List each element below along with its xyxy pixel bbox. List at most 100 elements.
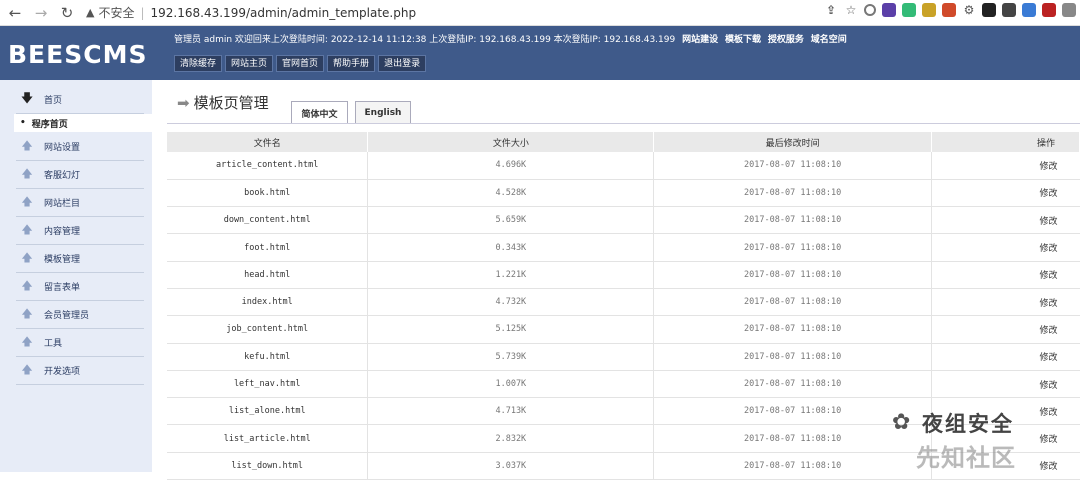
gear-icon[interactable]: ⚙: [962, 3, 976, 17]
edit-link[interactable]: 修改: [931, 206, 1080, 235]
column-header: 最后修改时间: [653, 132, 933, 152]
edit-link[interactable]: 修改: [931, 179, 1080, 208]
file-size-cell: 1.007K: [367, 370, 655, 399]
edit-link[interactable]: 修改: [931, 370, 1080, 399]
watermark-line1: 夜组安全: [922, 412, 1014, 436]
arrow-up-icon: 🡅: [21, 195, 33, 208]
extension-icon[interactable]: [864, 4, 876, 16]
column-header: 文件名: [167, 132, 369, 152]
forward-icon[interactable]: →: [30, 2, 52, 24]
file-size-cell: 0.343K: [367, 233, 655, 262]
star-icon[interactable]: ☆: [844, 3, 858, 17]
watermark-line2: 先知社区: [916, 444, 1016, 472]
extension-icon[interactable]: [1002, 3, 1016, 17]
table-row: index.html 4.732K 2017-08-07 11:08:10 修改: [167, 288, 1080, 317]
link-license[interactable]: 授权服务: [768, 35, 804, 45]
modified-time-cell: 2017-08-07 11:08:10: [653, 206, 933, 235]
arrow-up-icon: 🡅: [21, 223, 33, 236]
share-icon[interactable]: ⇪: [824, 3, 838, 17]
insecure-label: 不安全: [98, 6, 135, 20]
table-row: article_content.html 4.696K 2017-08-07 11:…: [167, 152, 1080, 180]
sidebar-item-home[interactable]: 🡇 首页: [16, 86, 144, 114]
file-name-cell: left_nav.html: [167, 370, 369, 399]
extension-icon[interactable]: [902, 3, 916, 17]
sidebar-item-members[interactable]: 🡅 会员管理员: [16, 301, 144, 329]
arrow-up-icon: 🡅: [21, 167, 33, 180]
file-size-cell: 4.528K: [367, 179, 655, 208]
edit-link[interactable]: 修改: [931, 288, 1080, 317]
extension-icon[interactable]: [1042, 3, 1056, 17]
arrow-up-icon: 🡅: [21, 251, 33, 264]
file-size-cell: 5.125K: [367, 315, 655, 344]
sidebar-item-tools[interactable]: 🡅 工具: [16, 329, 144, 357]
site-home-button[interactable]: 网站主页: [225, 55, 274, 72]
extension-icon[interactable]: [982, 3, 996, 17]
arrow-up-icon: 🡅: [21, 139, 33, 152]
arrow-up-icon: 🡅: [21, 279, 33, 292]
bullet-icon: •: [20, 118, 26, 128]
table-row: down_content.html 5.659K 2017-08-07 11:08:…: [167, 206, 1080, 235]
sidebar-item-program-home[interactable]: • 程序首页: [14, 114, 152, 132]
link-domain[interactable]: 域名空间: [811, 35, 847, 45]
back-icon[interactable]: ←: [4, 2, 26, 24]
modified-time-cell: 2017-08-07 11:08:10: [653, 233, 933, 262]
sidebar-item-label: 程序首页: [31, 119, 68, 130]
extension-icon[interactable]: [922, 3, 936, 17]
file-name-cell: job_content.html: [167, 315, 369, 344]
edit-link[interactable]: 修改: [931, 261, 1080, 289]
link-site-build[interactable]: 网站建设: [682, 35, 718, 45]
file-size-cell: 4.732K: [367, 288, 655, 317]
sidebar-item-label: 会员管理员: [44, 311, 90, 321]
sidebar-item-site-settings[interactable]: 🡅 网站设置: [16, 133, 144, 161]
url-text: 192.168.43.199/admin/admin_template.php: [150, 5, 417, 20]
watermark: ✿ 夜组安全 先知社区: [890, 400, 1080, 472]
sidebar-item-service-slides[interactable]: 🡅 客服幻灯: [16, 161, 144, 189]
table-row: kefu.html 5.739K 2017-08-07 11:08:10 修改: [167, 343, 1080, 371]
file-size-cell: 1.221K: [367, 261, 655, 289]
sidebar-item-label: 模板管理: [44, 255, 81, 265]
arrow-up-icon: 🡅: [21, 307, 33, 320]
arrow-up-icon: 🡅: [21, 363, 33, 376]
file-name-cell: kefu.html: [167, 343, 369, 371]
user-info: 管理员 admin 欢迎回来上次登陆时间: 2022-12-14 11:12:3…: [174, 32, 847, 45]
official-home-button[interactable]: 官网首页: [276, 55, 325, 72]
file-name-cell: foot.html: [167, 233, 369, 262]
sidebar-item-label: 客服幻灯: [44, 171, 81, 181]
arrow-up-icon: 🡅: [21, 335, 33, 348]
sidebar-item-label: 开发选项: [44, 367, 81, 377]
extension-bar: ⇪ ☆ ⚙: [824, 3, 1076, 17]
extension-icon[interactable]: [942, 3, 956, 17]
sidebar-item-forms[interactable]: 🡅 留言表单: [16, 273, 144, 301]
clear-cache-button[interactable]: 清除缓存: [174, 55, 223, 72]
reload-icon[interactable]: ↻: [56, 2, 78, 24]
sidebar-item-dev-options[interactable]: 🡅 开发选项: [16, 357, 144, 385]
browser-toolbar: ← → ↻ ▲ 不安全 | 192.168.43.199/admin/admin…: [0, 0, 1080, 26]
sidebar-item-label: 网站栏目: [44, 199, 81, 209]
login-info: 管理员 admin 欢迎回来上次登陆时间: 2022-12-14 11:12:3…: [174, 35, 676, 45]
logout-button[interactable]: 退出登录: [378, 55, 427, 72]
edit-link[interactable]: 修改: [931, 152, 1080, 180]
file-size-cell: 5.659K: [367, 206, 655, 235]
edit-link[interactable]: 修改: [931, 343, 1080, 371]
page-title: ➡ 模板页管理: [177, 92, 269, 113]
modified-time-cell: 2017-08-07 11:08:10: [653, 315, 933, 344]
edit-link[interactable]: 修改: [931, 233, 1080, 262]
modified-time-cell: 2017-08-07 11:08:10: [653, 370, 933, 399]
sidebar-item-content[interactable]: 🡅 内容管理: [16, 217, 144, 245]
extension-icon[interactable]: [882, 3, 896, 17]
header-buttons: 清除缓存 网站主页 官网首页 帮助手册 退出登录: [174, 55, 427, 72]
sidebar-item-columns[interactable]: 🡅 网站栏目: [16, 189, 144, 217]
edit-link[interactable]: 修改: [931, 315, 1080, 344]
link-template-download[interactable]: 模板下载: [725, 35, 761, 45]
address-bar[interactable]: ▲ 不安全 | 192.168.43.199/admin/admin_templ…: [86, 3, 416, 23]
sidebar-item-templates[interactable]: 🡅 模板管理: [16, 245, 144, 273]
file-name-cell: list_alone.html: [167, 397, 369, 426]
modified-time-cell: 2017-08-07 11:08:10: [653, 343, 933, 371]
modified-time-cell: 2017-08-07 11:08:10: [653, 261, 933, 289]
tab-en[interactable]: English: [355, 101, 411, 124]
extension-icon[interactable]: [1062, 3, 1076, 17]
help-button[interactable]: 帮助手册: [327, 55, 376, 72]
tab-zh[interactable]: 简体中文: [291, 101, 348, 124]
file-name-cell: article_content.html: [167, 152, 369, 180]
extension-icon[interactable]: [1022, 3, 1036, 17]
